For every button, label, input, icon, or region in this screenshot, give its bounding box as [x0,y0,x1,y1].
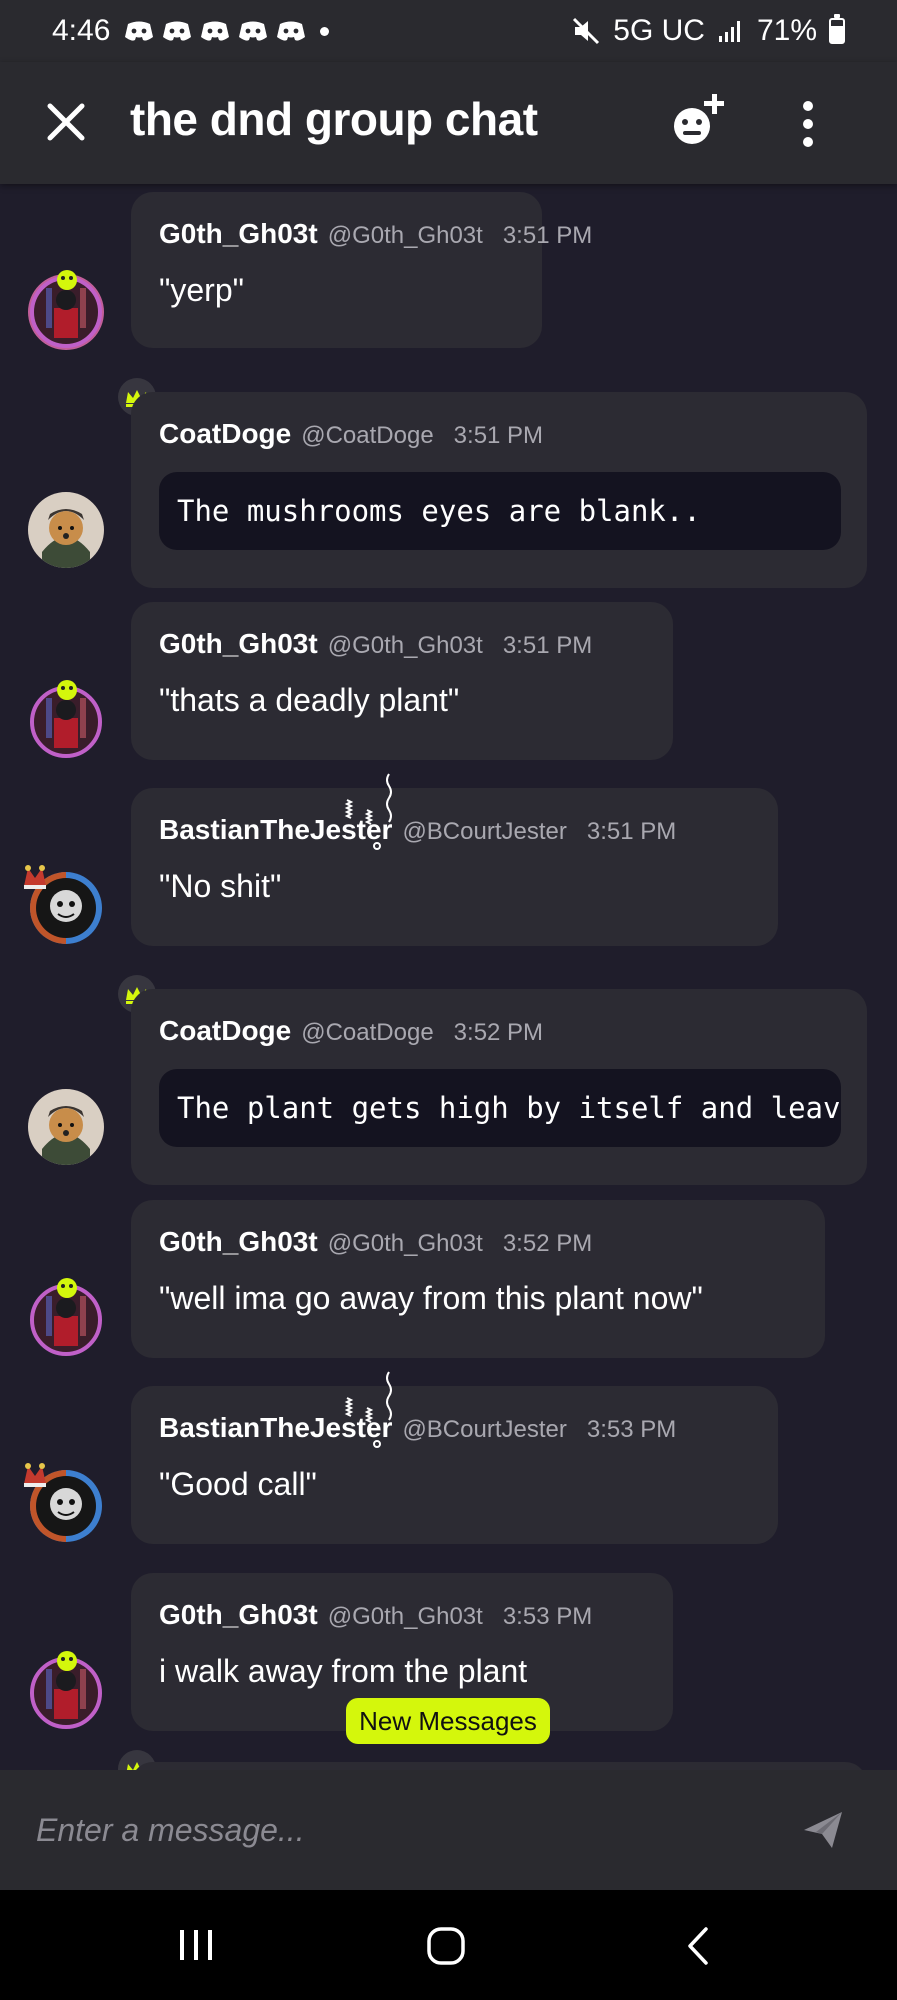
message-time: 3:51 PM [502,632,593,659]
battery-percent: 71% [756,14,817,47]
message-bubble: G0th_Gh03t @G0th_Gh03t 3:51 PM "thats a … [131,602,673,760]
discord-icon [239,21,268,41]
discord-icon [201,21,230,41]
new-messages-button[interactable]: New Messages [346,1698,550,1744]
network-label: 5G UC [613,14,705,47]
mute-icon [573,17,600,45]
battery-icon [829,14,845,44]
message-text: "well ima go away from this plant now" [159,1280,703,1316]
system-navigation-bar [0,1890,897,2000]
message-bubble: CoatDoge @CoatDoge 3:52 PM The plant get… [131,989,867,1185]
message-author[interactable]: G0th_Gh03t [159,628,318,660]
message-handle: @G0th_Gh03t [327,1230,483,1257]
message-list[interactable]: G0th_Gh03t @G0th_Gh03t 3:51 PM "yerp" Co… [0,184,897,1770]
message-handle: @G0th_Gh03t [327,222,483,249]
notification-icons [124,20,330,42]
message-text: "thats a deadly plant" [159,682,460,718]
message-input[interactable] [36,1802,776,1858]
chat-header: the dnd group chat [0,62,897,184]
chat-title: the dnd group chat [130,93,538,145]
badge-icon [57,1278,77,1298]
badge-icon [57,680,77,700]
message-time: 3:51 PM [502,222,593,249]
add-member-icon[interactable] [668,90,732,154]
message-bubble: G0th_Gh03t @G0th_Gh03t 3:52 PM "well ima… [131,1200,825,1358]
discord-icon [163,21,192,41]
message-time: 3:53 PM [502,1603,593,1630]
recent-apps-icon[interactable] [176,1926,216,1964]
avatar[interactable] [28,1089,104,1165]
message-author[interactable]: G0th_Gh03t [159,1226,318,1258]
message-handle: @G0th_Gh03t [327,632,483,659]
message-text: "No shit" [159,868,282,904]
jester-hat-icon [24,865,46,889]
message-composer [0,1770,897,1890]
message-author[interactable]: BastianTheJester [159,773,392,850]
discord-icon [125,21,154,41]
badge-icon [57,1651,77,1671]
message-code-block: The mushrooms eyes are blank.. [159,472,841,550]
message-bubble: G0th_Gh03t @G0th_Gh03t 3:51 PM "yerp" [131,192,592,348]
home-icon[interactable] [426,1926,466,1966]
message-time: 3:53 PM [586,1416,677,1443]
message-bubble: BastianTheJester @BCourtJester 3:53 PM "… [131,1371,778,1544]
jester-hat-icon [24,1463,46,1487]
message-author[interactable]: G0th_Gh03t [159,218,318,250]
more-notifications-dot [320,26,330,36]
discord-icon [277,21,306,41]
message-bubble: CoatDoge @CoatDoge 3:51 PM The mushrooms… [131,392,867,588]
status-time: 4:46 [52,14,111,47]
message-handle: @CoatDoge [301,422,434,449]
message-time: 3:52 PM [453,1019,544,1046]
message-bubble [131,1762,867,1770]
message-text: "yerp" [159,272,244,308]
message-author[interactable]: CoatDoge [159,1015,291,1047]
message-time: 3:52 PM [502,1230,593,1257]
message-author[interactable]: CoatDoge [159,418,291,450]
message-handle: @CoatDoge [301,1019,434,1046]
badge-icon [57,270,77,290]
combining-glyphs [344,1371,392,1448]
message-text: "Good call" [159,1466,317,1502]
message-handle: @BCourtJester [402,818,567,845]
signal-icon [718,21,740,42]
status-bar: 4:46 5G UC 71% [0,0,897,62]
message-handle: @BCourtJester [402,1416,567,1443]
message-text: i walk away from the plant [159,1653,528,1689]
combining-glyphs [344,773,392,850]
message-code-block: The plant gets high by itself and leaves [159,1069,841,1147]
more-options-icon[interactable] [796,98,820,150]
message-time: 3:51 PM [586,818,677,845]
message-bubble: BastianTheJester @BCourtJester 3:51 PM "… [131,773,778,946]
message-author[interactable]: BastianTheJester [159,1371,392,1448]
message-time: 3:51 PM [453,422,544,449]
message-author[interactable]: G0th_Gh03t [159,1599,318,1631]
back-icon[interactable] [684,1926,714,1966]
send-icon[interactable] [802,1808,844,1850]
avatar[interactable] [28,492,104,568]
close-icon[interactable] [44,100,88,144]
message-handle: @G0th_Gh03t [327,1603,483,1630]
